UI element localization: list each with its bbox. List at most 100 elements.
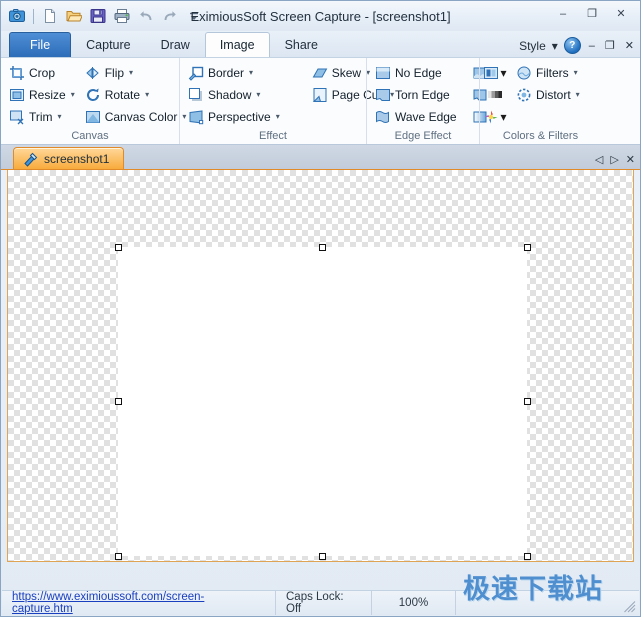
chevron-down-icon[interactable]: ▾ — [145, 90, 149, 99]
save-icon[interactable] — [87, 5, 109, 27]
chevron-down-icon[interactable]: ▾ — [276, 112, 280, 121]
style-menu-label[interactable]: Style — [519, 39, 546, 53]
status-url-link[interactable]: https://www.eximioussoft.com/screen-capt… — [2, 591, 276, 615]
border-icon — [188, 65, 204, 81]
chevron-down-icon[interactable]: ▾ — [71, 90, 75, 99]
tab-capture[interactable]: Capture — [71, 32, 145, 57]
window-minimize-button[interactable]: – — [550, 5, 576, 22]
selection-handle[interactable] — [524, 398, 531, 405]
chevron-down-icon[interactable]: ▾ — [256, 90, 260, 99]
status-bar: https://www.eximioussoft.com/screen-capt… — [2, 590, 639, 615]
chevron-down-icon[interactable]: ▾ — [552, 39, 558, 53]
status-zoom-level: 100% — [372, 591, 456, 615]
shadow-icon — [188, 87, 204, 103]
quick-access-separator — [33, 9, 34, 24]
trim-label: Trim — [29, 110, 53, 124]
quick-access-toolbar — [1, 5, 205, 27]
resize-button[interactable]: Resize ▾ — [5, 84, 79, 105]
selection-handle[interactable] — [319, 553, 326, 560]
selection-handle[interactable] — [524, 244, 531, 251]
open-folder-icon[interactable] — [63, 5, 85, 27]
ribbon-restore-button[interactable]: ❐ — [603, 39, 617, 52]
canvas-color-button[interactable]: Canvas Color ▾ — [81, 106, 191, 127]
filters-button[interactable]: Filters ▾ — [512, 62, 584, 83]
chevron-down-icon[interactable]: ▾ — [58, 112, 62, 121]
ribbon-right-controls: Style ▾ ? – ❐ ✕ — [519, 37, 636, 54]
ribbon-group-effect: Border ▾ Shadow ▾ Perspective ▾ — [179, 58, 366, 144]
torn-edge-button[interactable]: Torn Edge — [371, 84, 461, 105]
tab-file[interactable]: File — [9, 32, 71, 57]
distort-button[interactable]: Distort ▾ — [512, 84, 584, 105]
crop-button[interactable]: Crop — [5, 62, 79, 83]
window-close-button[interactable]: ✕ — [608, 5, 634, 22]
flip-icon — [85, 65, 101, 81]
new-document-icon[interactable] — [39, 5, 61, 27]
ribbon-group-label-canvas: Canvas — [1, 130, 179, 142]
perspective-icon — [188, 109, 204, 125]
help-icon[interactable]: ? — [564, 37, 581, 54]
skew-icon — [312, 65, 328, 81]
document-tab-label: screenshot1 — [44, 152, 109, 166]
chevron-down-icon[interactable]: ▾ — [500, 110, 506, 124]
tab-image[interactable]: Image — [205, 32, 270, 57]
ribbon-group-colors-filters: ▾ ▾ Filters ▾ — [479, 58, 601, 144]
canvas-area[interactable] — [7, 170, 634, 562]
next-tab-icon[interactable]: ▷ — [610, 153, 618, 166]
ribbon-close-button[interactable]: ✕ — [623, 39, 636, 52]
selection-handle[interactable] — [115, 398, 122, 405]
selection-handle[interactable] — [524, 553, 531, 560]
tab-draw[interactable]: Draw — [146, 32, 205, 57]
flip-label: Flip — [105, 66, 124, 80]
color-adjust-icon — [483, 65, 499, 81]
close-tab-icon[interactable]: ✕ — [626, 153, 635, 166]
chevron-down-icon[interactable]: ▾ — [574, 68, 578, 77]
perspective-label: Perspective — [208, 110, 271, 124]
color-effects-button[interactable]: ▾ — [484, 106, 506, 127]
page-curl-icon — [312, 87, 328, 103]
image-canvas[interactable] — [118, 247, 527, 556]
chevron-down-icon[interactable]: ▾ — [500, 66, 506, 80]
no-edge-label: No Edge — [395, 66, 442, 80]
ribbon-group-edge-effect: No Edge Torn Edge Wave Edge — [366, 58, 479, 144]
filters-label: Filters — [536, 66, 569, 80]
trim-button[interactable]: Trim ▾ — [5, 106, 79, 127]
window-restore-button[interactable]: ❐ — [579, 5, 605, 22]
rotate-button[interactable]: Rotate ▾ — [81, 84, 191, 105]
title-bar: EximiousSoft Screen Capture - [screensho… — [1, 1, 640, 31]
tab-share[interactable]: Share — [270, 32, 333, 57]
no-edge-button[interactable]: No Edge — [371, 62, 461, 83]
torn-edge-icon — [375, 87, 391, 103]
wave-edge-button[interactable]: Wave Edge — [371, 106, 461, 127]
undo-icon[interactable] — [135, 5, 157, 27]
flip-button[interactable]: Flip ▾ — [81, 62, 191, 83]
shadow-button[interactable]: Shadow ▾ — [184, 84, 284, 105]
selection-handle[interactable] — [115, 553, 122, 560]
grayscale-gradient-button[interactable] — [484, 84, 506, 105]
trim-icon — [9, 109, 25, 125]
filters-icon — [516, 65, 532, 81]
distort-label: Distort — [536, 88, 571, 102]
resize-icon — [9, 87, 25, 103]
crop-icon — [9, 65, 25, 81]
canvas-color-icon — [85, 109, 101, 125]
previous-tab-icon[interactable]: ◁ — [595, 153, 603, 166]
chevron-down-icon[interactable]: ▾ — [576, 90, 580, 99]
document-tab-bar: screenshot1 ◁ ▷ ✕ — [1, 145, 640, 170]
resize-grip-icon[interactable] — [624, 601, 636, 613]
chevron-down-icon[interactable]: ▾ — [129, 68, 133, 77]
chevron-down-icon[interactable]: ▾ — [249, 68, 253, 77]
document-tab-controls: ◁ ▷ ✕ — [595, 153, 635, 166]
ribbon-tab-strip: File Capture Draw Image Share Style ▾ ? … — [1, 31, 640, 57]
perspective-button[interactable]: Perspective ▾ — [184, 106, 284, 127]
border-button[interactable]: Border ▾ — [184, 62, 284, 83]
print-icon[interactable] — [111, 5, 133, 27]
ribbon-minimize-button[interactable]: – — [587, 40, 597, 52]
selection-handle[interactable] — [115, 244, 122, 251]
ribbon-group-canvas: Crop Resize ▾ Trim ▾ — [1, 58, 179, 144]
selection-handle[interactable] — [319, 244, 326, 251]
color-adjust-button[interactable]: ▾ — [484, 62, 506, 83]
redo-icon[interactable] — [159, 5, 181, 27]
app-camera-icon[interactable] — [6, 5, 28, 27]
customize-toolbar-icon[interactable] — [183, 5, 205, 27]
document-tab-screenshot1[interactable]: screenshot1 — [13, 147, 124, 169]
